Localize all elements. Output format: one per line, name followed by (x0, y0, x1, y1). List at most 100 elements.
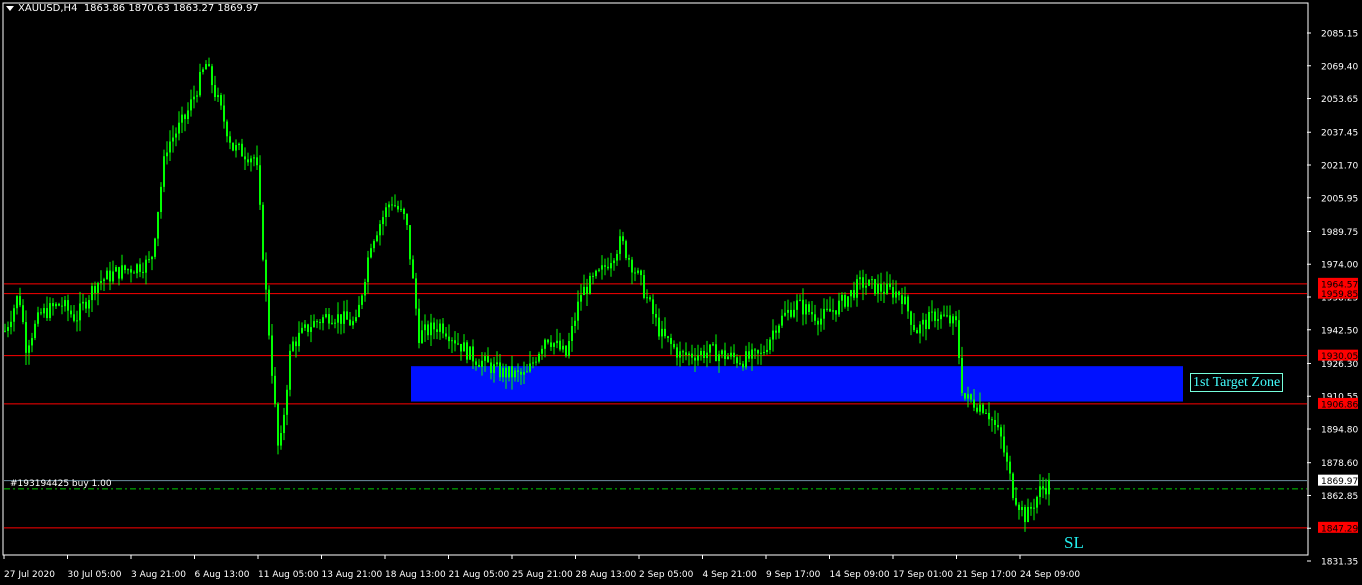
candle (391, 196, 393, 211)
candle (745, 345, 747, 370)
candle (253, 154, 255, 167)
candle (199, 63, 201, 98)
candle (823, 298, 825, 330)
candle (628, 254, 630, 268)
ohlc-values: 1863.86 1870.63 1863.27 1869.97 (83, 3, 259, 14)
target-zone-label: 1st Target Zone (1190, 373, 1284, 392)
candle (406, 213, 408, 231)
time-tick-label: 28 Aug 13:00 (576, 570, 637, 580)
candle (472, 339, 474, 370)
time-tick-label: 21 Aug 05:00 (449, 570, 510, 580)
candle (607, 257, 609, 271)
candle (394, 194, 396, 208)
price-axis: 2085.15 2069.40 2053.65 2037.45 2021.70 2005.… (1307, 30, 1358, 568)
candle (829, 296, 831, 312)
candle (883, 281, 885, 304)
candle (190, 89, 192, 117)
candle (985, 409, 987, 414)
candle (178, 111, 180, 141)
candle (634, 267, 636, 282)
candle (385, 202, 387, 227)
candle (10, 310, 12, 335)
candle (433, 317, 435, 340)
candle (958, 309, 960, 365)
candle (295, 336, 297, 358)
candle (274, 367, 276, 408)
candle (187, 102, 189, 124)
time-tick-label: 17 Sep 01:00 (893, 570, 953, 580)
candle (292, 336, 294, 352)
candle (367, 250, 369, 294)
candle (193, 85, 195, 109)
candle (775, 325, 777, 340)
candle (784, 301, 786, 317)
candle (748, 342, 750, 363)
candle (46, 296, 48, 322)
price-tick-label: 2005.95 (1321, 194, 1358, 204)
time-tick-label: 27 Jul 2020 (4, 570, 55, 580)
candle (655, 304, 657, 327)
candle (919, 321, 921, 344)
candle (613, 258, 615, 271)
candle (316, 319, 318, 329)
candle (73, 305, 75, 323)
candle (547, 338, 549, 345)
candle (925, 313, 927, 341)
candle (52, 298, 54, 316)
candle (1015, 487, 1017, 507)
candle (943, 305, 945, 317)
candle (619, 229, 621, 261)
candle (457, 332, 459, 346)
price-chart[interactable]: 2085.15 2069.40 2053.65 2037.45 2021.70 2005.… (0, 0, 1362, 585)
candle (661, 320, 663, 349)
time-tick-label: 14 Sep 09:00 (830, 570, 890, 580)
candle (355, 309, 357, 323)
time-tick-label: 24 Sep 09:00 (1020, 570, 1080, 580)
candle (358, 296, 360, 318)
candle (877, 274, 879, 303)
current-price-label: 1869.97 (1321, 477, 1358, 487)
dropdown-triangle-icon[interactable] (6, 5, 14, 11)
candle (553, 342, 555, 355)
candle (19, 287, 21, 308)
price-tick-label: 1831.35 (1321, 558, 1358, 568)
candle (220, 92, 222, 110)
candle (853, 281, 855, 301)
candle (1039, 474, 1041, 505)
candle (397, 200, 399, 213)
candle (106, 267, 108, 280)
candle (121, 254, 123, 281)
candle (337, 302, 339, 334)
candle (991, 416, 993, 432)
candle (13, 304, 15, 332)
candles (4, 57, 1050, 532)
candle (772, 319, 774, 352)
time-tick-label: 11 Aug 05:00 (258, 570, 319, 580)
time-tick-label: 4 Sep 21:00 (703, 570, 758, 580)
candle (463, 334, 465, 352)
time-tick-label: 13 Aug 21:00 (322, 570, 383, 580)
candle (736, 354, 738, 368)
price-tick-label: 2021.70 (1321, 162, 1358, 172)
candle (739, 355, 741, 366)
candle (610, 252, 612, 277)
order-label[interactable]: #193194425 buy 1.00 (10, 479, 112, 489)
candle (256, 145, 258, 170)
candle (1030, 502, 1032, 516)
candle (1045, 478, 1047, 500)
candle (583, 274, 585, 296)
candle (589, 272, 591, 295)
candle (283, 407, 285, 441)
candle (298, 321, 300, 352)
candle (328, 308, 330, 330)
candle (922, 312, 924, 337)
level-price-label: 1847.29 (1321, 524, 1358, 534)
time-tick-label: 2 Sep 05:00 (639, 570, 694, 580)
candle (346, 299, 348, 320)
candle (400, 200, 402, 213)
chart-header[interactable]: XAUUSD,H4 1863.86 1870.63 1863.27 1869.9… (6, 3, 259, 14)
candle (949, 305, 951, 327)
candle (757, 349, 759, 365)
candle (148, 251, 150, 264)
candle (1018, 502, 1020, 520)
